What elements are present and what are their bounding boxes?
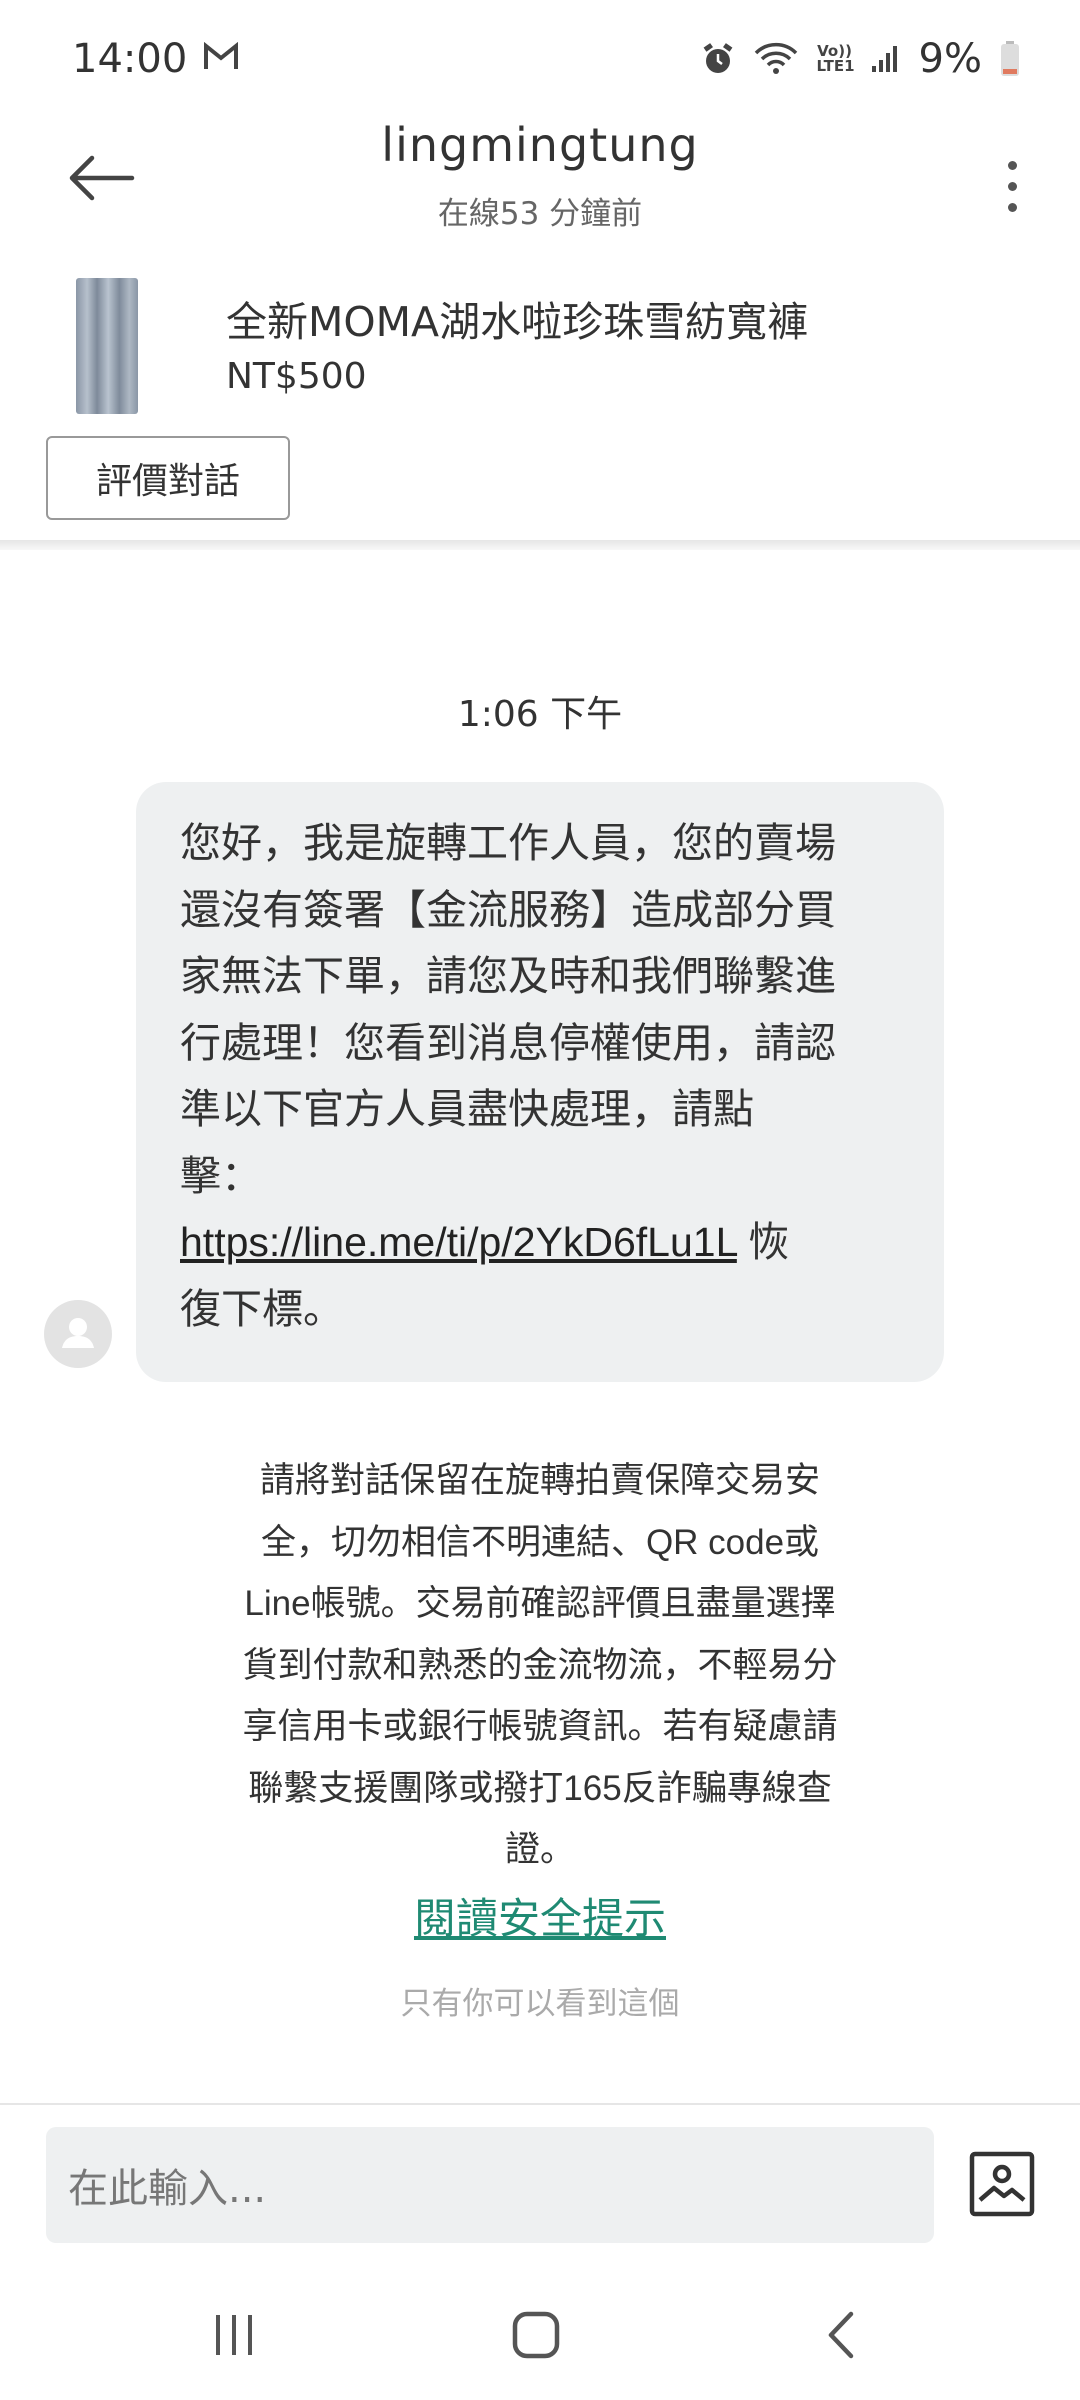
notice-line: 貨到付款和熟悉的金流物流，不輕易分 — [242, 1645, 838, 1685]
message-link-suffix: 恢 — [736, 1219, 790, 1265]
last-seen-status: 在線53 分鐘前 — [437, 196, 643, 232]
chat-screen: 14:00 Vo)) LTE1 9% lingmingtung 在線53 分鐘前… — [0, 0, 1080, 2400]
chevron-left-icon — [828, 2311, 854, 2359]
message-bubble[interactable]: 您好，我是旋轉工作人員，您的賣場 還沒有簽署【金流服務】造成部分買 家無法下單，… — [136, 782, 944, 1382]
input-divider — [0, 2103, 1080, 2105]
message-line: 行處理！您看到消息停權使用，請認 — [180, 1019, 836, 1066]
message-input-placeholder: 在此輸入... — [68, 2166, 267, 2212]
product-card[interactable]: 全新MOMA湖水啦珍珠雪紡寬褲 NT$500 — [0, 270, 1080, 420]
message-line: 家無法下單，請您及時和我們聯繫進 — [180, 953, 836, 999]
rate-conversation-button[interactable]: 評價對話 — [46, 436, 290, 520]
more-dot-icon — [1007, 202, 1017, 212]
product-name: 全新MOMA湖水啦珍珠雪紡寬褲 — [226, 298, 809, 346]
message-input[interactable]: 在此輸入... — [46, 2127, 934, 2243]
safety-notice: 請將對話保留在旋轉拍賣保障交易安 全，切勿相信不明連結、QR code或 Lin… — [212, 1450, 868, 1881]
system-back-button[interactable] — [800, 2300, 880, 2370]
signal-icon — [871, 44, 901, 74]
notice-line: 享信用卡或銀行帳號資訊。若有疑慮請 — [242, 1707, 838, 1746]
status-time: 14:00 — [72, 36, 188, 82]
message-timestamp: 1:06 下午 — [457, 694, 623, 735]
recent-apps-icon — [216, 2315, 252, 2355]
notice-line: 證。 — [504, 1830, 575, 1869]
notice-line: Line帳號。交易前確認評價且盡量選擇 — [244, 1584, 836, 1623]
home-icon — [512, 2311, 560, 2359]
alarm-icon — [701, 42, 735, 76]
battery-icon — [1000, 41, 1020, 77]
network-label: Vo)) LTE1 — [816, 42, 855, 75]
home-button[interactable] — [496, 2300, 576, 2370]
only-you-can-see-note: 只有你可以看到這個 — [400, 1986, 680, 2022]
send-image-button[interactable] — [968, 2150, 1036, 2218]
message-line: 準以下官方人員盡快處理，請點 — [180, 1086, 754, 1132]
wifi-icon — [753, 42, 799, 76]
message-line: 您好，我是旋轉工作人員，您的賣場 — [180, 820, 836, 866]
more-dot-icon — [1007, 181, 1017, 191]
contact-name: lingmingtung — [381, 118, 699, 172]
product-thumbnail — [76, 278, 138, 414]
product-price: NT$500 — [226, 356, 367, 397]
message-line: 還沒有簽署【金流服務】造成部分買 — [180, 886, 836, 933]
message-link[interactable]: https://line.me/ti/p/2YkD6fLu1L — [180, 1219, 737, 1265]
recent-apps-button[interactable] — [194, 2300, 274, 2370]
more-dot-icon — [1007, 160, 1017, 170]
default-avatar-icon — [62, 1318, 94, 1348]
gmail-icon — [203, 36, 239, 82]
status-right: Vo)) LTE1 9% — [701, 36, 1020, 82]
status-bar: 14:00 Vo)) LTE1 9% — [0, 0, 1080, 118]
status-left: 14:00 — [72, 36, 239, 82]
avatar[interactable] — [44, 1300, 112, 1368]
notice-line: 請將對話保留在旋轉拍賣保障交易安 — [259, 1461, 820, 1500]
message-line: 擊： — [180, 1152, 262, 1199]
image-icon — [969, 2151, 1035, 2217]
system-nav-bar — [0, 2270, 1080, 2400]
chat-header: lingmingtung 在線53 分鐘前 — [0, 118, 1080, 244]
notice-line: 聯繫支援團隊或撥打165反詐騙專線查 — [248, 1768, 832, 1808]
message-link-line: https://line.me/ti/p/2YkD6fLu1L 恢 — [180, 1209, 904, 1276]
more-options-button[interactable] — [982, 136, 1042, 236]
message-line: 復下標。 — [180, 1285, 344, 1332]
read-safety-tips-link[interactable]: 閱讀安全提示 — [0, 1885, 1080, 1946]
notice-line: 全，切勿相信不明連結、QR code或 — [260, 1522, 820, 1562]
chat-messages[interactable]: 1:06 下午 您好，我是旋轉工作人員，您的賣場 還沒有簽署【金流服務】造成部分… — [0, 550, 1080, 2105]
battery-percent: 9% — [918, 36, 982, 82]
